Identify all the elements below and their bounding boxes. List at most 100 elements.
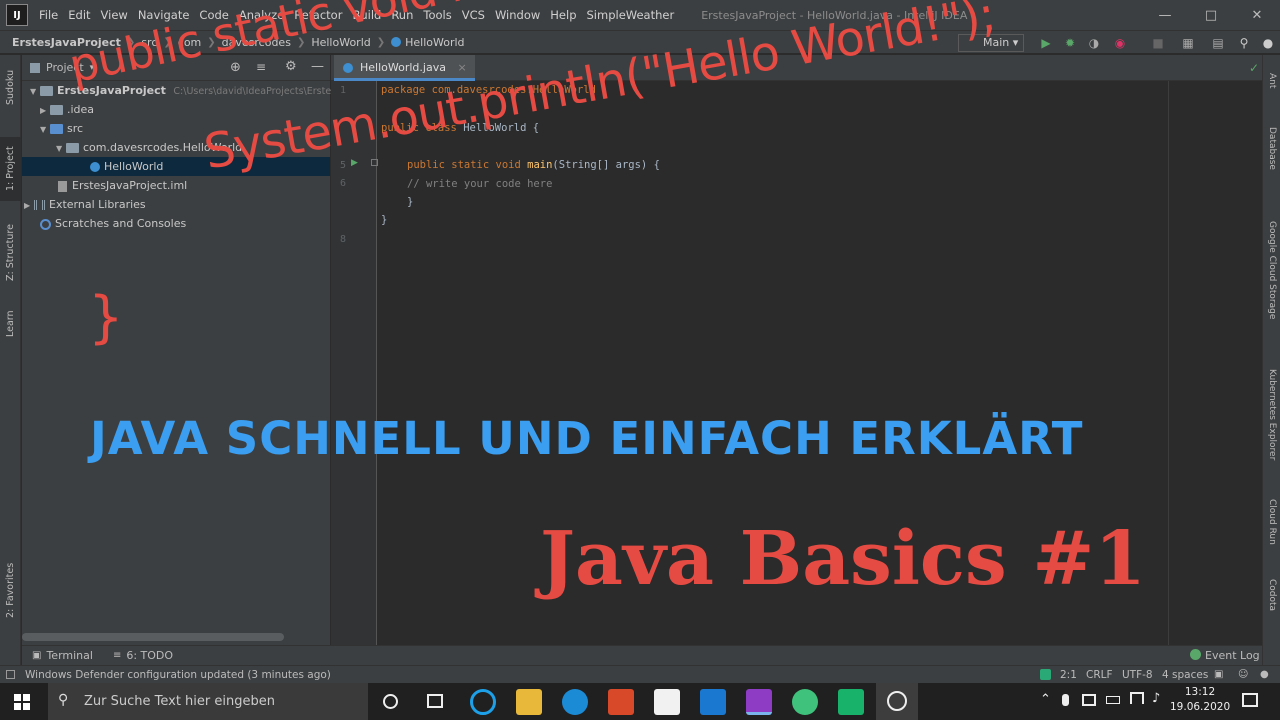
- run-gutter-icon[interactable]: ▶: [351, 158, 358, 168]
- obs-icon: [887, 691, 907, 711]
- lock-icon[interactable]: ▣: [1214, 669, 1223, 680]
- tab-favorites[interactable]: 2: Favorites: [0, 555, 21, 625]
- taskbar: ⚲ Zur Suche Text hier eingeben ⌃ ♪ 13:12…: [0, 683, 1280, 720]
- breadcrumb-helloworld-class[interactable]: HelloWorld: [405, 36, 464, 49]
- status-message[interactable]: Windows Defender configuration updated (…: [25, 669, 331, 681]
- menu-window[interactable]: Window: [490, 0, 545, 30]
- tree-item-label: .idea: [67, 103, 95, 116]
- store-icon[interactable]: [654, 689, 680, 715]
- tab-ant[interactable]: Ant: [1263, 65, 1280, 97]
- profile-icon[interactable]: ◉: [1112, 35, 1128, 51]
- user-icon[interactable]: ●: [1260, 35, 1276, 51]
- tab-google-cloud-storage[interactable]: Google Cloud Storage: [1263, 195, 1280, 345]
- tab-terminal[interactable]: Terminal: [46, 649, 93, 662]
- cortana-app-icon[interactable]: [470, 689, 496, 715]
- debug-icon[interactable]: ✹: [1062, 35, 1078, 51]
- tree-item-scratches[interactable]: Scratches and Consoles: [40, 214, 186, 233]
- status-toggle-icon[interactable]: [6, 670, 15, 679]
- class-icon: [343, 63, 353, 73]
- layout-icon[interactable]: ▤: [1210, 35, 1226, 51]
- network-icon[interactable]: [1130, 692, 1144, 704]
- tab-todo[interactable]: 6: TODO: [126, 649, 173, 662]
- edge-icon[interactable]: [562, 689, 588, 715]
- tree-item-label: src: [67, 122, 84, 135]
- tab-codota[interactable]: Codota: [1263, 570, 1280, 620]
- close-icon[interactable]: ✕: [1234, 0, 1280, 30]
- tree-item-idea[interactable]: ▶ .idea: [40, 100, 94, 119]
- cortana-icon[interactable]: [383, 694, 398, 709]
- maximize-icon[interactable]: □: [1188, 0, 1234, 30]
- overlay-headline: Java Basics #1: [540, 516, 1146, 602]
- tab-helloworld-java[interactable]: HelloWorld.java ×: [334, 55, 475, 81]
- tree-item-iml[interactable]: ErstesJavaProject.iml: [58, 176, 187, 195]
- task-view-icon[interactable]: [427, 694, 443, 708]
- menu-file[interactable]: File: [34, 0, 63, 30]
- stop-icon[interactable]: ■: [1150, 35, 1166, 51]
- hide-icon[interactable]: —: [311, 59, 324, 74]
- tab-sudoku[interactable]: Sudoku: [0, 63, 21, 111]
- tab-database[interactable]: Database: [1263, 117, 1280, 179]
- menu-edit[interactable]: Edit: [63, 0, 95, 30]
- menu-simpleweather[interactable]: SimpleWeather: [582, 0, 680, 30]
- code-line-comment: // write your code here: [407, 178, 553, 190]
- menu-help[interactable]: Help: [545, 0, 581, 30]
- class-icon: [90, 162, 100, 172]
- tab-learn[interactable]: Learn: [0, 305, 21, 343]
- tab-event-log[interactable]: Event Log: [1205, 649, 1260, 662]
- indent-setting[interactable]: 4 spaces: [1162, 669, 1208, 681]
- menu-view[interactable]: View: [96, 0, 133, 30]
- clock-date: 19.06.2020: [1170, 701, 1231, 713]
- fold-icon[interactable]: [371, 159, 378, 166]
- code-line-close-inner: }: [407, 196, 414, 208]
- search-placeholder: Zur Suche Text hier eingeben: [84, 694, 275, 709]
- caret-position[interactable]: 2:1: [1060, 669, 1077, 681]
- tab-cloud-run[interactable]: Cloud Run: [1263, 487, 1280, 557]
- left-tool-strip: Sudoku 1: Project Z: Structure Learn 2: …: [0, 55, 21, 665]
- file-encoding[interactable]: UTF-8: [1122, 669, 1153, 681]
- line-number: 6: [339, 178, 346, 189]
- clock[interactable]: 13:12 19.06.2020: [1170, 685, 1230, 715]
- locate-icon[interactable]: ⊕: [230, 60, 241, 75]
- run-icon[interactable]: ▶: [1038, 35, 1054, 51]
- mail-icon[interactable]: [700, 689, 726, 715]
- line-number: 5: [339, 160, 346, 171]
- tree-item-external-libraries[interactable]: ▶ External Libraries: [24, 195, 146, 214]
- terminal-status-icon: [1040, 669, 1051, 680]
- horizontal-scrollbar[interactable]: [22, 633, 284, 641]
- search-icon[interactable]: ⚲: [1236, 35, 1252, 51]
- tree-item-src[interactable]: ▼ src: [40, 119, 83, 138]
- microphone-icon[interactable]: [1062, 694, 1069, 706]
- code-args: (String[] args) {: [552, 159, 660, 171]
- minimize-icon[interactable]: —: [1142, 0, 1188, 30]
- intellij-logo-icon[interactable]: IJ: [6, 4, 28, 26]
- collapse-icon[interactable]: ≡: [256, 60, 266, 74]
- right-margin-guide: [1168, 81, 1169, 645]
- intellij-taskbar-icon[interactable]: [746, 689, 772, 715]
- battery-icon[interactable]: [1106, 696, 1120, 704]
- gear-icon[interactable]: ⚙: [285, 59, 297, 74]
- windows-start-icon[interactable]: [14, 694, 30, 710]
- tab-kubernetes-explorer[interactable]: Kubernetes Explorer: [1263, 350, 1280, 480]
- notifications-icon[interactable]: ●: [1260, 669, 1269, 680]
- app-icon[interactable]: [838, 689, 864, 715]
- inspector-icon[interactable]: ☺: [1238, 669, 1248, 680]
- volume-icon[interactable]: ♪: [1152, 691, 1160, 706]
- close-tab-icon[interactable]: ×: [457, 61, 466, 74]
- file-icon: [58, 180, 67, 192]
- taskbar-search[interactable]: ⚲ Zur Suche Text hier eingeben: [48, 683, 368, 720]
- tray-app-icon[interactable]: [1082, 694, 1096, 706]
- tab-structure[interactable]: Z: Structure: [0, 217, 21, 289]
- tray-chevron-icon[interactable]: ⌃: [1040, 692, 1051, 707]
- tab-project[interactable]: 1: Project: [0, 137, 21, 201]
- tree-item-label: External Libraries: [49, 198, 146, 211]
- office-icon[interactable]: [608, 689, 634, 715]
- android-studio-icon[interactable]: [792, 689, 818, 715]
- project-structure-icon[interactable]: ▦: [1180, 35, 1196, 51]
- file-explorer-icon[interactable]: [516, 689, 542, 715]
- library-icon: [34, 200, 45, 210]
- coverage-icon[interactable]: ◑: [1086, 35, 1102, 51]
- obs-taskbar-slot[interactable]: [876, 683, 918, 720]
- overlay-subtitle: JAVA SCHNELL UND EINFACH ERKLÄRT: [90, 412, 1084, 465]
- line-separator[interactable]: CRLF: [1086, 669, 1113, 681]
- notification-center-icon[interactable]: [1242, 693, 1258, 707]
